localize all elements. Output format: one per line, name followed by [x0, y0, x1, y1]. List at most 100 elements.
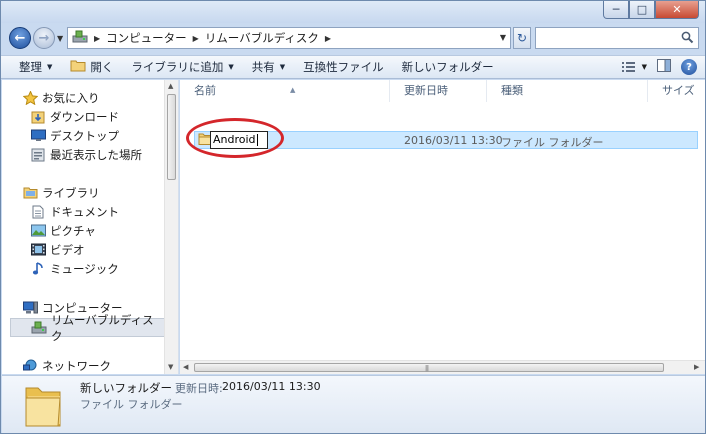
nav-libraries-label: ライブラリ [42, 185, 100, 200]
annotation-ring [186, 118, 284, 158]
nav-videos[interactable]: ビデオ [30, 240, 178, 259]
breadcrumb-chevron-icon[interactable]: ▶ [325, 34, 331, 43]
nav-music[interactable]: ミュージック [30, 259, 178, 278]
column-header-date-modified[interactable]: 更新日時 [390, 80, 487, 102]
open-button[interactable]: 開く [61, 56, 122, 78]
preview-pane-icon [657, 59, 671, 72]
nav-removable-disk-label: リムーバブルディスク [51, 312, 154, 343]
scroll-down-icon[interactable]: ▼ [168, 363, 173, 371]
compat-files-button[interactable]: 互換性ファイル [294, 56, 393, 78]
details-type: ファイル フォルダー [80, 398, 183, 411]
row-type: ファイル フォルダー [501, 136, 604, 149]
nav-documents-label: ドキュメント [50, 204, 119, 219]
minimize-icon: ─ [612, 3, 620, 16]
organize-button[interactable]: 整理 ▼ [1, 56, 61, 78]
back-arrow-icon: ← [14, 30, 26, 46]
recent-pages-dropdown-icon[interactable]: ▼ [57, 34, 63, 43]
close-icon: ✕ [672, 3, 682, 16]
nav-pane-scrollbar[interactable]: ▲ ▼ [164, 80, 178, 374]
breadcrumb-chevron-icon[interactable]: ▶ [193, 34, 199, 43]
desktop-icon [30, 128, 46, 144]
column-headers: 名前 ▲ 更新日時 種類 サイズ [180, 80, 705, 102]
nav-desktop[interactable]: デスクトップ [30, 126, 178, 145]
window-controls: ─ □ ✕ [603, 1, 699, 19]
documents-icon [30, 204, 46, 220]
nav-removable-disk[interactable]: リムーバブルディスク [10, 313, 166, 343]
add-to-library-label: ライブラリに追加 [131, 60, 224, 74]
search-icon [681, 31, 694, 47]
breadcrumb-chevron-icon[interactable]: ▶ [94, 34, 100, 43]
chevron-down-icon: ▼ [641, 63, 647, 71]
refresh-button[interactable]: ↻ [513, 27, 531, 49]
forward-arrow-icon: → [38, 30, 50, 46]
column-date-label: 更新日時 [404, 84, 448, 97]
sort-ascending-icon: ▲ [290, 86, 296, 94]
music-icon [30, 261, 46, 277]
nav-favorites[interactable]: お気に入り [22, 88, 178, 107]
back-button[interactable]: ← [9, 27, 31, 49]
add-to-library-button[interactable]: ライブラリに追加 ▼ [122, 56, 242, 78]
nav-videos-label: ビデオ [50, 242, 85, 257]
chevron-down-icon: ▼ [47, 63, 53, 71]
horizontal-scrollbar[interactable]: ◀ ||| ▶ [180, 360, 705, 374]
nav-pane-scroll-thumb[interactable] [167, 94, 176, 180]
view-grid-icon [621, 62, 635, 72]
star-icon [22, 90, 38, 106]
chevron-down-icon: ▼ [228, 63, 234, 71]
nav-network[interactable]: ネットワーク [22, 356, 178, 374]
nav-desktop-label: デスクトップ [50, 128, 119, 143]
network-icon [22, 358, 38, 374]
scroll-right-icon[interactable]: ▶ [694, 363, 699, 371]
details-pane: 新しいフォルダー 更新日時: 2016/03/11 13:30 ファイル フォル… [2, 375, 705, 433]
column-header-size[interactable]: サイズ [648, 80, 705, 102]
share-button[interactable]: 共有 ▼ [243, 56, 294, 78]
nav-pictures-label: ピクチャ [50, 223, 96, 238]
help-button[interactable]: ? [681, 59, 697, 75]
horizontal-scroll-thumb[interactable]: ||| [194, 363, 664, 372]
compat-files-label: 互換性ファイル [303, 60, 384, 74]
videos-icon [30, 242, 46, 258]
scroll-left-icon[interactable]: ◀ [183, 363, 188, 371]
removable-drive-icon [72, 30, 88, 47]
breadcrumb-removable-disk[interactable]: リムーバブルディスク [205, 30, 319, 46]
nav-pictures[interactable]: ピクチャ [30, 221, 178, 240]
details-modified-value: 2016/03/11 13:30 [222, 380, 321, 393]
open-folder-icon [70, 59, 86, 75]
address-history-dropdown-icon[interactable]: ▼ [500, 33, 506, 42]
details-name: 新しいフォルダー [80, 381, 172, 395]
breadcrumb-computer[interactable]: コンピューター [106, 30, 187, 46]
nav-downloads-label: ダウンロード [50, 109, 119, 124]
new-folder-label: 新しいフォルダー [401, 60, 494, 74]
pictures-icon [30, 223, 46, 239]
row-date-modified: 2016/03/11 13:30 [404, 134, 503, 147]
maximize-button[interactable]: □ [629, 1, 655, 19]
help-icon: ? [686, 61, 692, 73]
column-size-label: サイズ [662, 84, 695, 97]
details-modified-label: 更新日時: [175, 382, 223, 395]
search-input[interactable] [535, 27, 699, 49]
recent-places-icon [30, 147, 46, 163]
share-label: 共有 [251, 60, 275, 74]
view-options-button[interactable]: ▼ [621, 61, 647, 73]
nav-favorites-label: お気に入り [42, 90, 100, 105]
chevron-down-icon: ▼ [279, 63, 286, 71]
navigation-bar: ← → ▼ ▶ コンピューター ▶ リムーバブルディスク ▶ ▼ ↻ [1, 23, 705, 53]
address-bar[interactable]: ▶ コンピューター ▶ リムーバブルディスク ▶ ▼ [67, 27, 511, 49]
nav-recent-places[interactable]: 最近表示した場所 [30, 145, 178, 164]
forward-button[interactable]: → [33, 27, 55, 49]
preview-pane-button[interactable] [657, 59, 671, 75]
nav-documents[interactable]: ドキュメント [30, 202, 178, 221]
column-type-label: 種類 [501, 84, 523, 97]
nav-downloads[interactable]: ダウンロード [30, 107, 178, 126]
open-label: 開く [90, 60, 114, 74]
new-folder-button[interactable]: 新しいフォルダー [393, 56, 503, 78]
column-header-name[interactable]: 名前 ▲ [180, 80, 390, 102]
nav-libraries[interactable]: ライブラリ [22, 183, 178, 202]
scroll-up-icon[interactable]: ▲ [168, 82, 173, 90]
column-header-type[interactable]: 種類 [487, 80, 648, 102]
close-button[interactable]: ✕ [655, 1, 699, 19]
removable-drive-icon [31, 320, 47, 336]
computer-icon [22, 300, 38, 316]
nav-music-label: ミュージック [50, 261, 119, 276]
minimize-button[interactable]: ─ [603, 1, 629, 19]
